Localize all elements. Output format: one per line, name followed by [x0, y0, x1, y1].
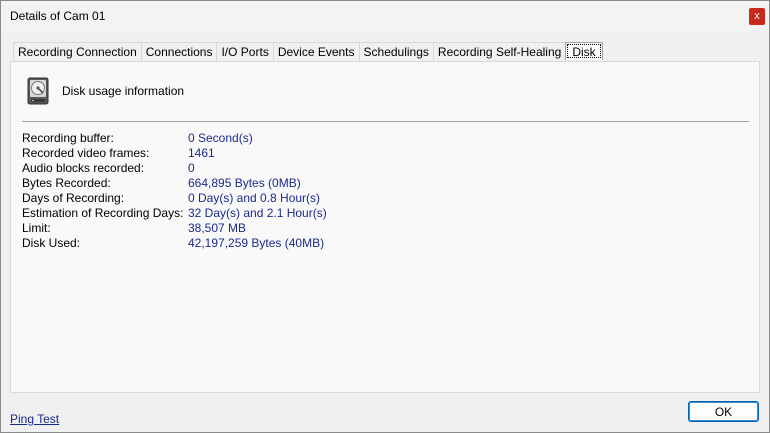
ping-test-link[interactable]: Ping Test: [10, 412, 59, 426]
tab-recording-self-healing[interactable]: Recording Self-Healing: [432, 42, 567, 61]
title-bar: Details of Cam 01 x: [1, 1, 769, 33]
info-row-bytes-recorded: Bytes Recorded: 664,895 Bytes (0MB): [22, 176, 622, 191]
info-row-recorded-video-frames: Recorded video frames: 1461: [22, 146, 622, 161]
info-label: Recorded video frames:: [22, 146, 150, 160]
info-value: 42,197,259 Bytes (40MB): [188, 236, 325, 250]
tab-disk[interactable]: Disk: [565, 42, 603, 60]
info-label: Estimation of Recording Days:: [22, 206, 184, 220]
info-value: 0 Second(s): [188, 131, 253, 145]
tab-recording-connection[interactable]: Recording Connection: [13, 42, 142, 61]
info-row-days-of-recording: Days of Recording: 0 Day(s) and 0.8 Hour…: [22, 191, 622, 206]
tab-schedulings[interactable]: Schedulings: [358, 42, 434, 61]
window-title: Details of Cam 01: [10, 9, 106, 23]
info-value: 1461: [188, 146, 215, 160]
ok-button[interactable]: OK: [688, 401, 759, 422]
tab-device-events[interactable]: Device Events: [272, 42, 360, 61]
info-value: 0: [188, 161, 195, 175]
close-button[interactable]: x: [749, 8, 765, 25]
heading-divider: [22, 121, 749, 122]
info-row-estimation-days: Estimation of Recording Days: 32 Day(s) …: [22, 206, 622, 221]
info-row-recording-buffer: Recording buffer: 0 Second(s): [22, 131, 622, 146]
info-value: 664,895 Bytes (0MB): [188, 176, 301, 190]
hard-disk-icon: [27, 77, 49, 105]
info-label: Limit:: [22, 221, 51, 235]
info-row-audio-blocks: Audio blocks recorded: 0: [22, 161, 622, 176]
info-label: Bytes Recorded:: [22, 176, 111, 190]
dialog-window: Details of Cam 01 x Recording Connection…: [0, 0, 770, 433]
tab-strip: Recording Connection Connections I/O Por…: [13, 42, 603, 62]
panel-heading: Disk usage information: [62, 84, 185, 98]
info-value: 38,507 MB: [188, 221, 247, 235]
tab-io-ports[interactable]: I/O Ports: [216, 42, 274, 61]
info-label: Audio blocks recorded:: [22, 161, 145, 175]
info-value: 0 Day(s) and 0.8 Hour(s): [188, 191, 321, 205]
info-label: Days of Recording:: [22, 191, 125, 205]
tab-connections[interactable]: Connections: [140, 42, 218, 61]
info-label: Disk Used:: [22, 236, 81, 250]
disk-info-list: Recording buffer: 0 Second(s) Recorded v…: [22, 131, 622, 251]
disk-tab-panel: Disk usage information Recording buffer:…: [10, 61, 760, 393]
info-row-disk-used: Disk Used: 42,197,259 Bytes (40MB): [22, 236, 622, 251]
info-row-limit: Limit: 38,507 MB: [22, 221, 622, 236]
info-value: 32 Day(s) and 2.1 Hour(s): [188, 206, 327, 220]
info-label: Recording buffer:: [22, 131, 114, 145]
